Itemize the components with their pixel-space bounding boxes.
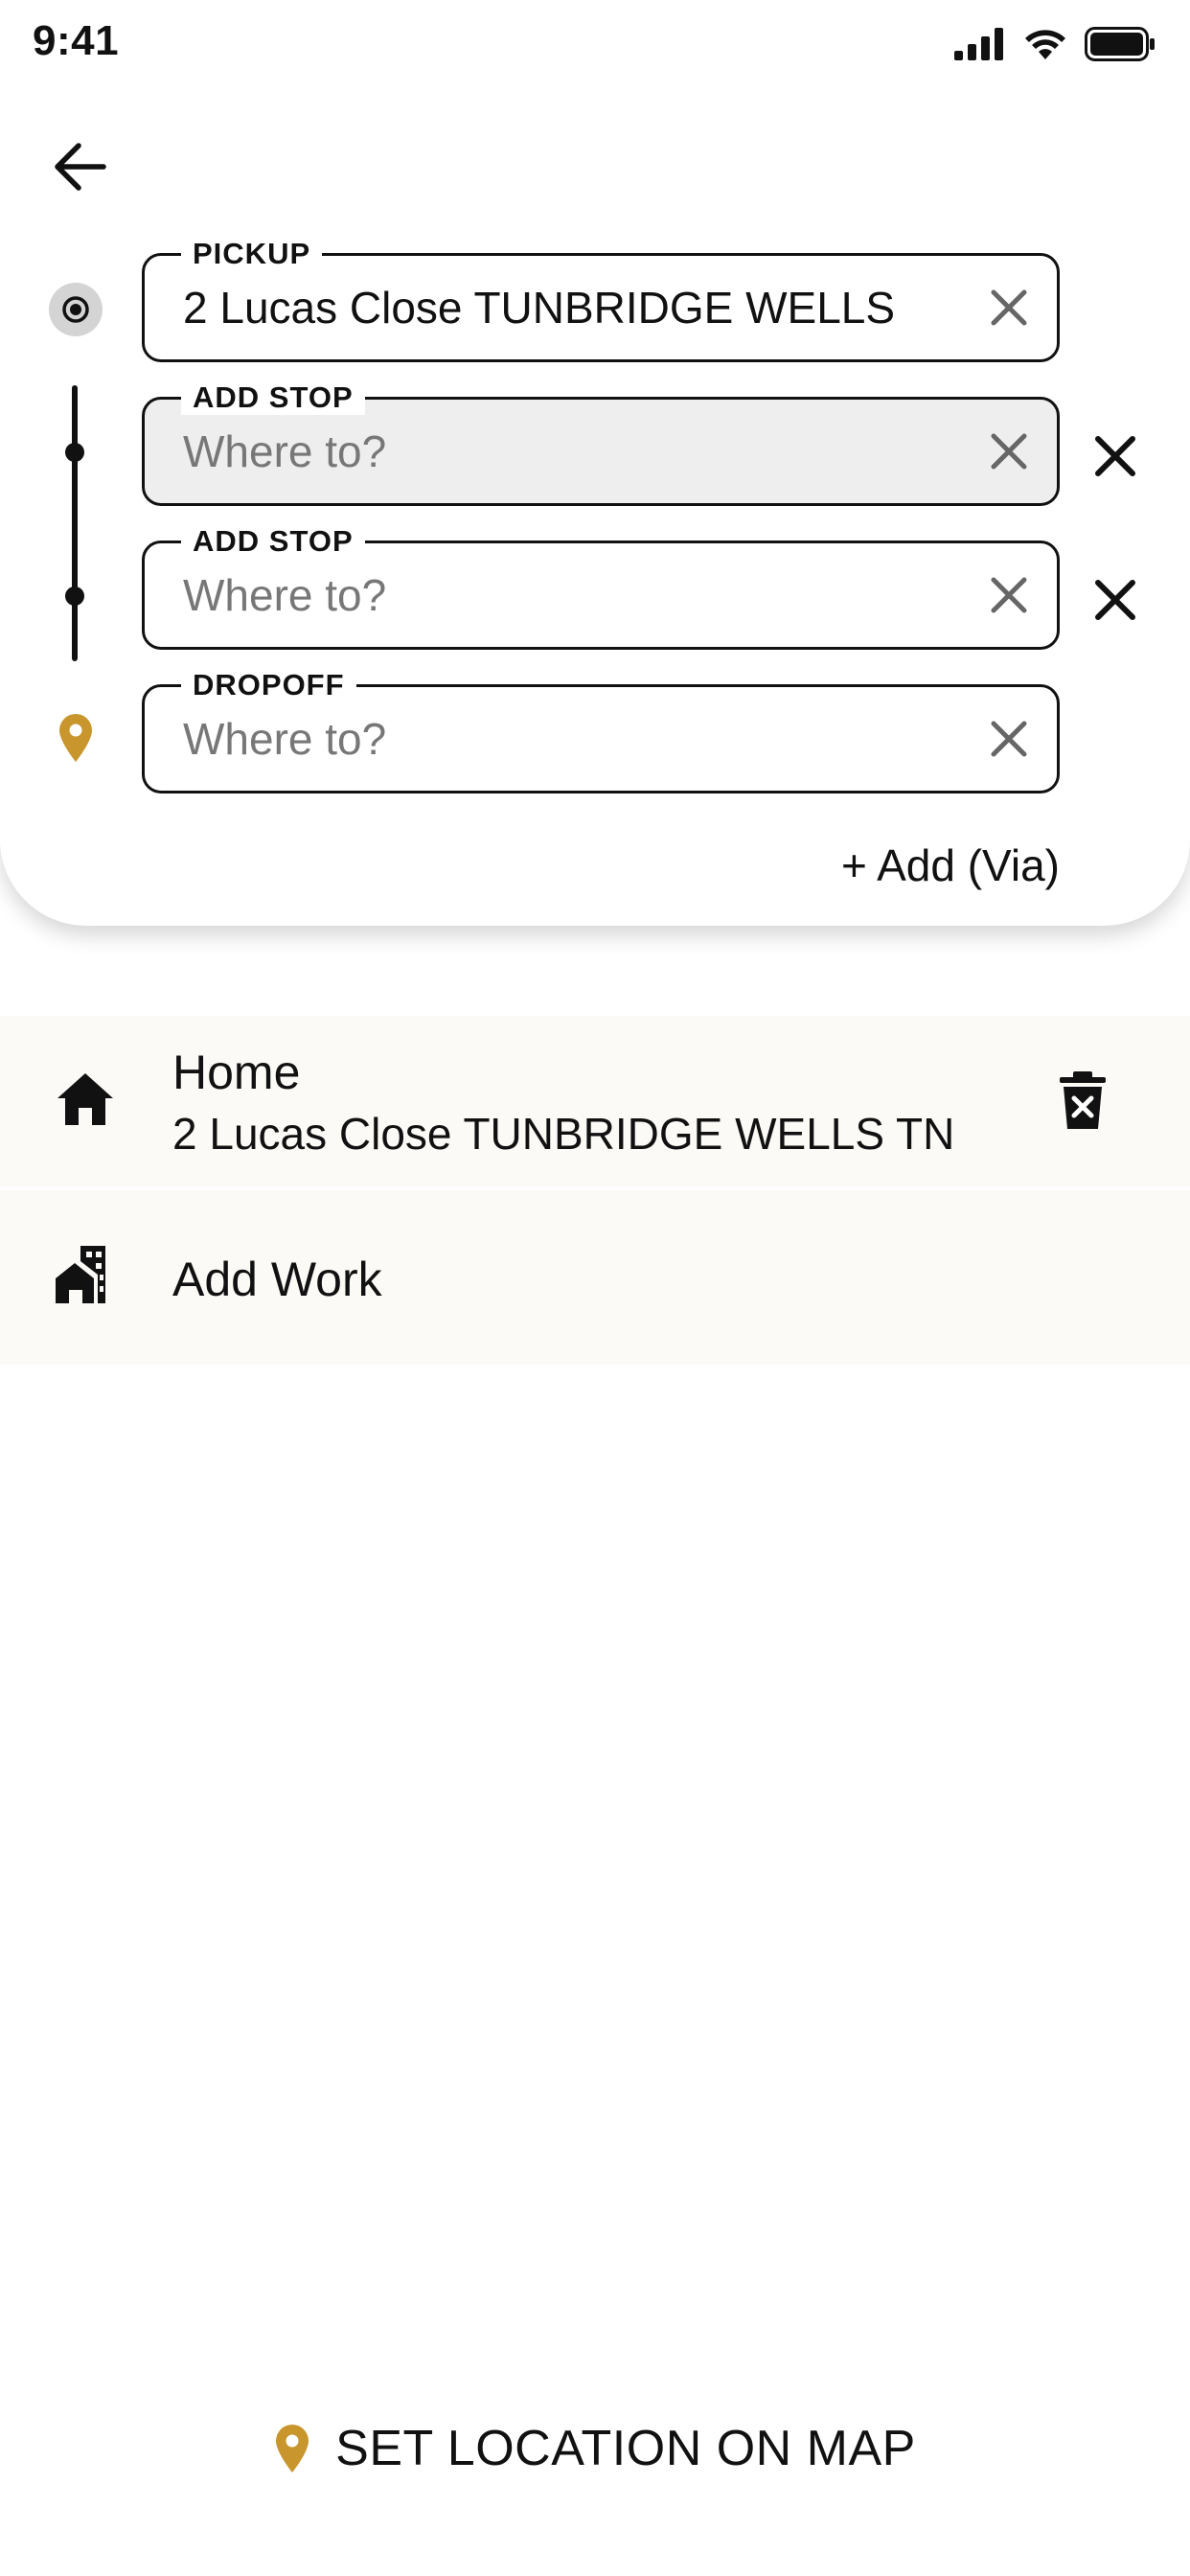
saved-place-work[interactable]: Add Work [0, 1190, 1190, 1365]
stop-marker [65, 443, 84, 462]
clear-icon[interactable] [986, 572, 1032, 618]
add-stop-field[interactable]: ADD STOP [142, 524, 1060, 650]
remove-stop-icon[interactable] [1090, 431, 1140, 481]
saved-place-home[interactable]: Home 2 Lucas Close TUNBRIDGE WELLS TN [0, 1016, 1190, 1186]
map-link-label: SET LOCATION ON MAP [335, 2421, 916, 2476]
add-via-button[interactable]: + Add (Via) [841, 840, 1060, 891]
add-stop-field[interactable]: ADD STOP [142, 380, 1060, 506]
home-icon [57, 1073, 113, 1125]
location-pin-icon [276, 2425, 309, 2472]
add-stop-input[interactable] [183, 400, 950, 503]
status-time: 9:41 [33, 17, 120, 64]
saved-place-title: Home [172, 1046, 301, 1099]
clear-icon[interactable] [986, 428, 1032, 474]
arrow-left-icon [55, 143, 106, 191]
clear-icon[interactable] [986, 716, 1032, 762]
back-button[interactable] [48, 134, 113, 199]
delete-icon[interactable] [1058, 1071, 1108, 1131]
status-bar: 9:41 [0, 0, 1190, 88]
stop-marker [65, 586, 84, 606]
saved-place-address: 2 Lucas Close TUNBRIDGE WELLS TN [172, 1109, 955, 1159]
remove-stop-icon[interactable] [1090, 575, 1140, 625]
dropoff-pin-icon [59, 714, 92, 762]
pickup-location-icon [49, 283, 103, 336]
set-location-on-map-button[interactable]: SET LOCATION ON MAP [0, 2405, 1190, 2492]
dropoff-input[interactable] [183, 687, 950, 791]
add-work-label: Add Work [172, 1253, 382, 1306]
add-stop-input[interactable] [183, 543, 950, 647]
battery-icon [1085, 27, 1155, 61]
pickup-input[interactable] [183, 256, 950, 359]
status-icons [954, 25, 1156, 63]
clear-icon[interactable] [986, 285, 1032, 331]
work-building-icon [56, 1246, 105, 1303]
wifi-icon [1025, 30, 1065, 59]
route-card: PICKUP ADD STOP ADD STOP DROPOFF + Add (… [0, 0, 1190, 926]
pickup-field[interactable]: PICKUP [142, 237, 1060, 362]
signal-icon [954, 28, 1003, 60]
dropoff-field[interactable]: DROPOFF [142, 668, 1060, 794]
route-line [72, 385, 78, 661]
